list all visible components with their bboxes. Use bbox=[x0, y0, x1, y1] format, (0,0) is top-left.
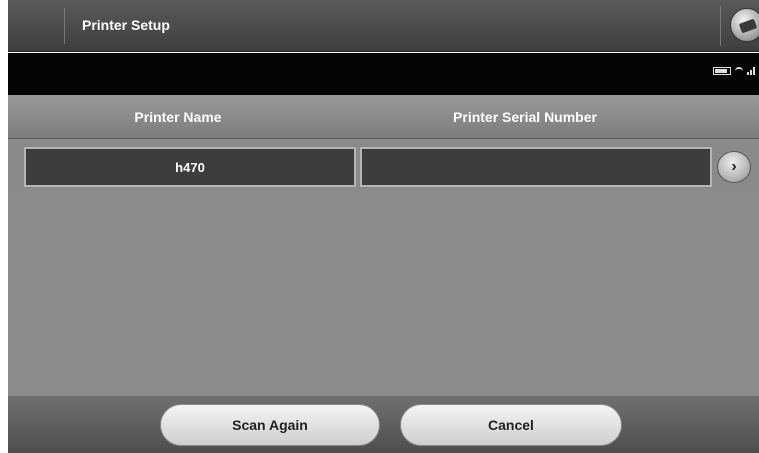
printer-list-empty-area bbox=[8, 191, 759, 396]
table-row[interactable]: h470 › bbox=[14, 147, 759, 187]
column-header-printer-name: Printer Name bbox=[134, 109, 222, 125]
printer-name-cell: h470 bbox=[24, 147, 356, 187]
chevron-right-icon[interactable]: › bbox=[717, 151, 751, 183]
cancel-button[interactable]: Cancel bbox=[400, 404, 622, 446]
title-divider-right bbox=[720, 6, 721, 46]
printer-serial-cell bbox=[360, 147, 712, 187]
title-divider bbox=[64, 8, 65, 44]
printer-list-panel: Printer Name Printer Serial Number h470 … bbox=[8, 95, 759, 453]
app-icon-mark bbox=[738, 18, 758, 34]
table-header: Printer Name Printer Serial Number bbox=[8, 95, 759, 139]
status-bar bbox=[8, 53, 759, 95]
footer-bar: Scan Again Cancel bbox=[8, 396, 759, 453]
programmer-app-icon[interactable] bbox=[730, 8, 759, 42]
signal-icon bbox=[747, 67, 755, 75]
title-bar: Printer Setup bbox=[8, 0, 759, 52]
scan-again-button[interactable]: Scan Again bbox=[160, 404, 380, 446]
battery-icon bbox=[713, 67, 731, 75]
status-icons bbox=[713, 67, 755, 75]
page-title: Printer Setup bbox=[82, 17, 170, 33]
printer-setup-screen: Printer Setup Printer Name Printer Seria… bbox=[0, 0, 759, 453]
wifi-icon bbox=[735, 67, 743, 75]
column-header-serial-number: Printer Serial Number bbox=[453, 109, 597, 125]
